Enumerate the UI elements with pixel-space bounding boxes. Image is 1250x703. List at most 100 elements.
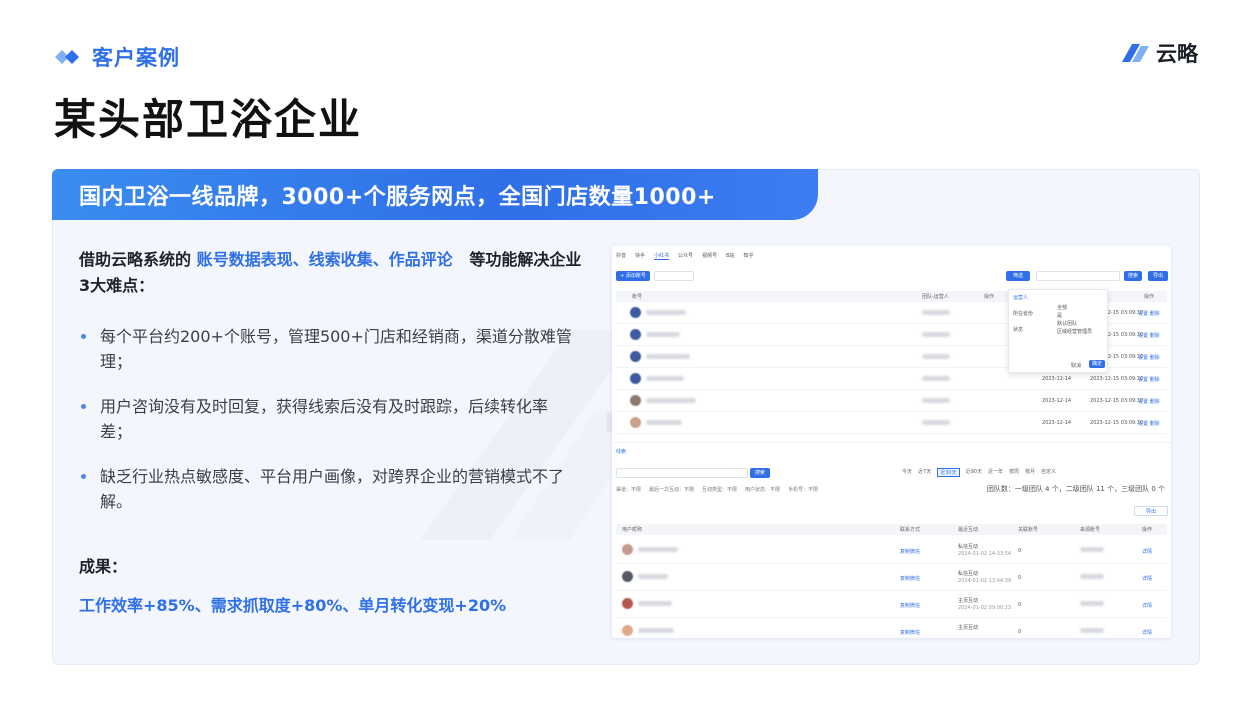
blurred-name [638,547,678,552]
divider [612,442,1171,443]
table-row[interactable]: 复制微信 主页互动 2024-01-02 09:00:23 0 详情 [616,591,1167,618]
search-input[interactable] [1036,271,1120,281]
leads-search-input[interactable] [616,468,748,478]
intro-text: 借助云略系统的 账号数据表现、线索收集、作品评论 等功能解决企业3大难点： [79,247,589,299]
table-row[interactable]: 复制微信 主页互动 0 详情 [616,618,1167,638]
chip-30d[interactable]: 近30天 [937,468,960,477]
row-interaction: 私信互动 [958,544,979,550]
blurred-name [638,628,674,633]
row-count: 0 [1018,548,1022,554]
blurred-name [646,354,690,359]
col-source-account: 来源账号 [1080,527,1101,533]
table-row[interactable]: 复制微信 私信互动 2024-01-02 14:33:54 0 详情 [616,537,1167,564]
chip-month[interactable]: 按月 [1025,468,1035,477]
row-action[interactable]: 详情 [1142,575,1152,582]
col-nickname: 用户昵称 [622,527,643,533]
blurred-team [922,420,950,425]
row-contact[interactable]: 复制微信 [900,575,920,582]
blurred-name [646,376,684,381]
row-contact[interactable]: 复制微信 [900,602,920,609]
popup-option[interactable]: 运营人 [1013,294,1028,301]
col-contact: 联系方式 [900,527,921,533]
leads-export-button[interactable]: 导出 [1134,506,1168,516]
row-action[interactable]: 详情 [1142,602,1152,609]
popup-option[interactable]: 是 [1057,312,1062,319]
popup-option[interactable]: 区域经营管理员 [1057,328,1092,335]
avatar [630,417,641,428]
team-summary: 团队数：一级团队 4 个，二级团队 11 个，三级团队 0 个 [986,485,1165,493]
search-button[interactable]: 搜索 [1124,271,1142,281]
table-row[interactable]: 复制微信 私信互动 2024-01-02 13:44:39 0 详情 [616,564,1167,591]
blurred-name [638,601,672,606]
pain-point-text: 每个平台约200+个账号，管理500+门店和经销商，渠道分散难管理； [100,327,572,371]
leads-filters: 渠道：不限 最后一次互动：不限 互动类型：不限 用户状态：不限 手机号：不限 [616,486,818,493]
chip-custom[interactable]: 自定义 [1041,468,1056,477]
table-row[interactable]: 2023-12-14 2023-12-15 03:09:30 设置 删除 [616,390,1167,412]
blurred-team [922,310,950,315]
popup-option[interactable]: 所在省份 [1013,310,1033,317]
row-time: 2024-01-02 13:44:39 [958,578,1012,584]
col-last-interaction: 最近互动 [958,527,979,533]
intro-prefix: 借助云略系统的 [79,250,192,269]
filter-popup: 运营人 所在省份 状态 全部 是 默认团队 区域经营管理员 取消 确定 [1008,289,1108,373]
row-action[interactable]: 设置 删除 [1138,332,1160,339]
chip-week[interactable]: 按周 [1009,468,1019,477]
filter-button[interactable]: 筛选 [1006,271,1030,281]
popup-option[interactable]: 状态 [1013,326,1023,333]
export-button[interactable]: 导出 [1148,271,1168,281]
filter-last-interaction[interactable]: 最后一次互动：不限 [649,486,694,493]
page-title: 某头部卫浴企业 [54,95,363,144]
row-action[interactable]: 设置 删除 [1138,420,1160,427]
tab-gongzhonghao[interactable]: 公众号 [678,252,693,260]
row-action[interactable]: 详情 [1142,629,1152,636]
filter-interaction-type[interactable]: 互动类型：不限 [702,486,737,493]
tab-bilibili[interactable]: B站 [726,252,734,260]
row-date: 2023-12-14 [1042,420,1072,426]
cancel-button[interactable]: 取消 [1071,362,1081,369]
table-row[interactable]: 2023-12-14 2023-12-15 03:09:30 设置 删除 [616,412,1167,434]
row-time: 2023-12-15 03:09:30 [1090,420,1144,426]
avatar [630,395,641,406]
add-account-button[interactable]: + 添加账号 [616,271,650,281]
filter-user-status[interactable]: 用户状态：不限 [745,486,780,493]
chip-1y[interactable]: 近一年 [988,468,1003,477]
row-interaction: 主页互动 [958,625,979,631]
tab-kuaishou[interactable]: 快手 [635,252,645,260]
result-label: 成果： [79,557,128,576]
filter-phone[interactable]: 手机号：不限 [788,486,818,493]
row-action[interactable]: 设置 删除 [1138,376,1160,383]
row-action[interactable]: 设置 删除 [1138,354,1160,361]
filter-channel[interactable]: 渠道：不限 [616,486,641,493]
kicker-label: 客户案例 [92,46,180,70]
popup-option[interactable]: 全部 [1057,304,1067,311]
avatar [622,571,633,582]
row-count: 0 [1018,602,1022,608]
popup-option[interactable]: 默认团队 [1057,320,1077,327]
bullet-dot [81,404,86,409]
chip-90d[interactable]: 近90天 [966,468,982,477]
col-action: 操作 [1144,294,1155,300]
confirm-button[interactable]: 确定 [1089,360,1105,368]
row-time: 2024-01-02 09:00:23 [958,605,1012,611]
col-account: 账号 [632,294,643,300]
leads-search-button[interactable]: 搜索 [750,468,770,478]
avatar [630,329,641,340]
tab-xiaohongshu[interactable]: 小红书 [654,252,670,260]
tab-zhihu[interactable]: 知乎 [744,252,754,260]
row-action[interactable]: 设置 删除 [1138,398,1160,405]
chip-today[interactable]: 今天 [902,468,912,477]
col-op: 操作 [984,294,995,300]
tab-douyin[interactable]: 抖音 [616,252,626,260]
bullet-dot [81,474,86,479]
row-contact[interactable]: 复制微信 [900,629,920,636]
account-select[interactable] [654,271,694,281]
row-contact[interactable]: 复制微信 [900,548,920,555]
chip-7d[interactable]: 近7天 [918,468,931,477]
tab-shipinhao[interactable]: 视频号 [702,252,717,260]
banner-text: 国内卫浴一线品牌，3000+个服务网点，全国门店数量1000+ [79,184,716,210]
row-date: 2023-12-14 [1042,398,1072,404]
blurred-source [1080,628,1104,633]
row-action[interactable]: 详情 [1142,548,1152,555]
platform-tabs: 抖音 快手 小红书 公众号 视频号 B站 知乎 [616,252,754,260]
row-action[interactable]: 设置 删除 [1138,310,1160,317]
